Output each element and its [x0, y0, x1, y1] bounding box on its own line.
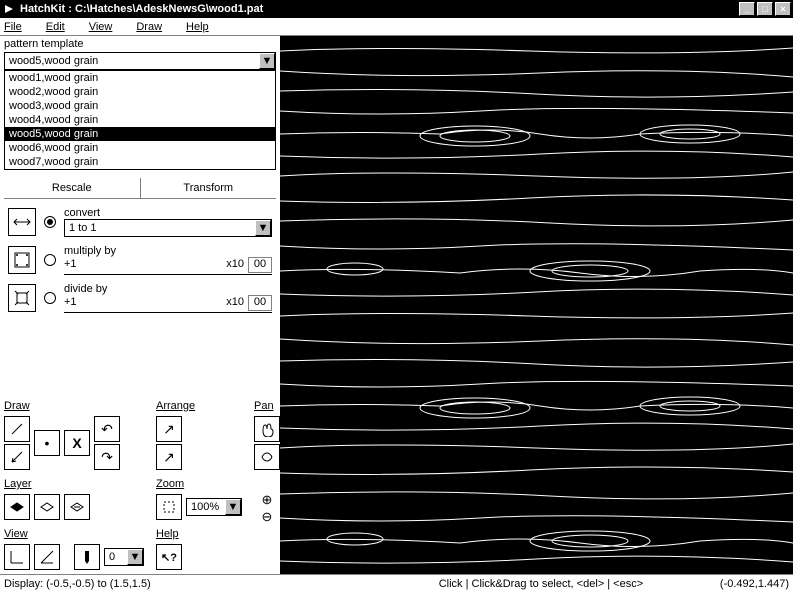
multiply-label: multiply by [64, 245, 272, 257]
menu-view[interactable]: View [89, 21, 113, 33]
layer-section-label: Layer [4, 478, 144, 490]
multiply-value[interactable]: +1 [64, 258, 226, 270]
left-panel: pattern template wood5,wood grain ▼ wood… [0, 36, 280, 574]
window-title: HatchKit : C:\Hatches\AdeskNewsG\wood1.p… [20, 3, 739, 15]
maximize-button[interactable]: □ [757, 2, 773, 16]
point-tool-button[interactable]: • [34, 430, 60, 456]
view-grid-button[interactable] [4, 544, 30, 570]
multiply-radio[interactable] [44, 254, 56, 266]
zoom-in-icon[interactable]: ⊕ [262, 492, 273, 508]
divide-value[interactable]: +1 [64, 296, 226, 308]
template-option[interactable]: wood4,wood grain [5, 113, 275, 127]
menubar: File Edit View Draw Help [0, 18, 793, 36]
template-selected: wood5,wood grain [5, 55, 259, 67]
preview-canvas[interactable] [280, 36, 793, 574]
view-axis-button[interactable] [34, 544, 60, 570]
minimize-button[interactable]: _ [739, 2, 755, 16]
multiply-x10[interactable]: 00 [248, 257, 272, 273]
convert-value[interactable]: 1 to 1 [65, 222, 255, 234]
template-label: pattern template [0, 36, 280, 52]
statusbar: Display: (-0.5,-0.5) to (1.5,1.5) Click … [0, 574, 793, 592]
pan-section-label: Pan [254, 400, 280, 412]
template-option[interactable]: wood3,wood grain [5, 99, 275, 113]
arrange-down-button[interactable]: ↗ [156, 444, 182, 470]
arrow-tool-button[interactable] [4, 444, 30, 470]
view-pen-button[interactable] [74, 544, 100, 570]
wood-grain-preview [280, 36, 793, 574]
menu-edit[interactable]: Edit [46, 21, 65, 33]
draw-section-label: Draw [4, 400, 144, 412]
convert-icon[interactable] [8, 208, 36, 236]
pan-grab-button[interactable] [254, 444, 280, 470]
redo-button[interactable]: ↷ [94, 444, 120, 470]
help-section-label: Help [156, 528, 242, 540]
chevron-down-icon[interactable]: ▼ [127, 549, 143, 565]
divide-x10[interactable]: 00 [248, 295, 272, 311]
template-dropdown[interactable]: wood1,wood grain wood2,wood grain wood3,… [4, 70, 276, 170]
template-option-selected[interactable]: wood5,wood grain [5, 127, 275, 141]
menu-file[interactable]: File [4, 21, 22, 33]
x10-label: x10 [226, 296, 244, 308]
view-section-label: View [4, 528, 144, 540]
convert-label: convert [64, 207, 272, 219]
zoom-section-label: Zoom [156, 478, 242, 490]
status-coords: (-0.492,1.447) [720, 578, 789, 590]
x-tool-button[interactable]: X [64, 430, 90, 456]
pan-hand-button[interactable] [254, 416, 280, 442]
template-option[interactable]: wood7,wood grain [5, 155, 275, 169]
divide-radio[interactable] [44, 292, 56, 304]
line-tool-button[interactable] [4, 416, 30, 442]
menu-draw[interactable]: Draw [136, 21, 162, 33]
layer-add-button[interactable] [4, 494, 30, 520]
divide-label: divide by [64, 283, 272, 295]
zoom-extents-button[interactable] [156, 494, 182, 520]
titlebar: HatchKit : C:\Hatches\AdeskNewsG\wood1.p… [0, 0, 793, 18]
chevron-down-icon[interactable]: ▼ [225, 499, 241, 515]
arrange-up-button[interactable]: ↗ [156, 416, 182, 442]
zoom-out-icon[interactable]: ⊖ [262, 509, 273, 525]
tab-rescale[interactable]: Rescale [4, 178, 141, 199]
divide-icon[interactable] [8, 284, 36, 312]
template-combo[interactable]: wood5,wood grain ▼ [4, 52, 276, 70]
status-hint: Click | Click&Drag to select, <del> | <e… [362, 578, 720, 590]
arrange-section-label: Arrange [156, 400, 242, 412]
chevron-down-icon[interactable]: ▼ [259, 53, 275, 69]
multiply-icon[interactable] [8, 246, 36, 274]
undo-button[interactable]: ↶ [94, 416, 120, 442]
view-value[interactable]: 0 [105, 551, 127, 563]
close-button[interactable]: × [775, 2, 791, 16]
x10-label: x10 [226, 258, 244, 270]
template-option[interactable]: wood6,wood grain [5, 141, 275, 155]
tab-transform[interactable]: Transform [141, 178, 277, 199]
zoom-value[interactable]: 100% [187, 501, 225, 513]
help-button[interactable]: ↖? [156, 544, 182, 570]
layer-edit-button[interactable] [34, 494, 60, 520]
template-option[interactable]: wood2,wood grain [5, 85, 275, 99]
template-option[interactable]: wood1,wood grain [5, 71, 275, 85]
menu-help[interactable]: Help [186, 21, 209, 33]
chevron-down-icon[interactable]: ▼ [255, 220, 271, 236]
status-display: Display: (-0.5,-0.5) to (1.5,1.5) [4, 578, 362, 590]
convert-radio[interactable] [44, 216, 56, 228]
app-icon [2, 2, 16, 16]
layer-del-button[interactable] [64, 494, 90, 520]
